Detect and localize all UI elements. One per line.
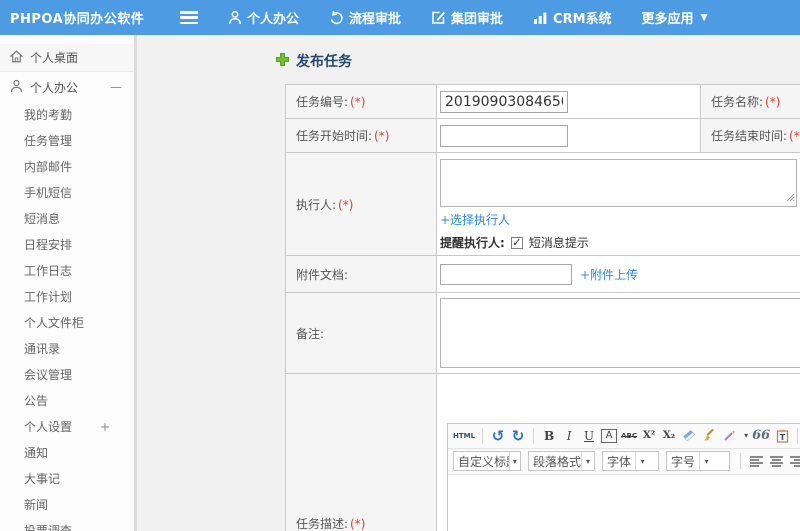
app-logo: PHPOA协同办公软件	[10, 12, 145, 27]
sidebar-item-work-diary[interactable]: 工作日志	[0, 258, 134, 284]
sidebar-item-meeting-management[interactable]: 会议管理	[0, 362, 134, 388]
hamburger-icon[interactable]	[180, 11, 198, 24]
editor-toolbar-row2: 自定义标题 ▾ 段落格式 ▾ 字体 ▾	[448, 449, 800, 474]
underline-button[interactable]: U	[581, 427, 597, 445]
required-mark: (*)	[374, 129, 390, 143]
expand-toggle-icon[interactable]: +	[100, 414, 110, 440]
sidebar-item-task-management[interactable]: 任务管理	[0, 128, 134, 154]
sidebar-item-big-events[interactable]: 大事记	[0, 466, 134, 492]
attachment-input[interactable]	[440, 263, 572, 285]
sidebar-item-news[interactable]: 新闻	[0, 492, 134, 518]
plus-icon	[275, 52, 290, 71]
start-time-input[interactable]	[440, 124, 568, 147]
svg-text:T: T	[779, 433, 785, 442]
caret-down-icon: ▼	[700, 12, 708, 23]
remind-executor-label: 提醒执行人:	[440, 236, 505, 250]
auto-typeset-button[interactable]: A	[601, 428, 618, 443]
remark-label: 备注:	[296, 326, 325, 341]
page-title: 发布任务	[275, 51, 800, 71]
sidebar-item-personal-files[interactable]: 个人文件柜	[0, 310, 134, 336]
magic-wand-icon[interactable]	[721, 427, 737, 445]
sidebar-item-contacts[interactable]: 通讯录	[0, 336, 134, 362]
edit-square-icon	[431, 10, 446, 25]
nav-crm[interactable]: CRM系统	[533, 8, 612, 27]
caret-down-icon: ▾	[699, 452, 713, 470]
user-icon	[10, 79, 23, 96]
history-arrow-icon	[329, 10, 344, 25]
caret-down-icon: ▾	[508, 452, 520, 470]
sidebar-item-announcement[interactable]: 公告	[0, 388, 134, 414]
required-mark: (*)	[789, 129, 800, 143]
editor-content-area[interactable]	[448, 473, 800, 531]
attachment-label: 附件文档:	[296, 267, 349, 282]
sidebar-item-internal-mail[interactable]: 内部邮件	[0, 154, 134, 180]
nav-group-approval[interactable]: 集团审批	[431, 8, 503, 27]
sidebar: 个人桌面 个人办公 — 我的考勤 任务管理 内部邮件 手机短信 短消息 日程安排…	[0, 35, 137, 531]
task-number-label: 任务编号:	[296, 95, 349, 109]
superscript-button[interactable]: X²	[641, 427, 657, 445]
resize-grip-icon[interactable]	[786, 191, 795, 205]
nav-more-apps[interactable]: 更多应用 ▼	[642, 8, 708, 27]
task-name-label: 任务名称:	[711, 95, 764, 109]
editor-toolbar-row1: HTML ↺ ↻ B I U A ABC X² X₂ ▾ 66 T	[448, 424, 800, 449]
sidebar-item-short-message[interactable]: 短消息	[0, 206, 134, 232]
sidebar-item-personal-office[interactable]: 个人办公 —	[0, 72, 134, 102]
font-size-dropdown[interactable]: 字号 ▾	[666, 451, 730, 471]
task-number-input[interactable]	[440, 90, 568, 113]
executor-textarea[interactable]	[440, 159, 797, 207]
remark-textarea[interactable]	[440, 298, 800, 368]
topbar: PHPOA协同办公软件 个人办公 流程审批 集团审批 CRM系统 更多应用 ▼	[0, 0, 800, 35]
required-mark: (*)	[350, 517, 366, 531]
blockquote-button[interactable]: 66	[752, 427, 770, 445]
required-mark: (*)	[350, 95, 366, 109]
executor-label: 执行人:	[296, 197, 337, 212]
user-icon	[228, 10, 242, 25]
required-mark: (*)	[765, 95, 781, 109]
format-brush-icon[interactable]	[701, 427, 717, 445]
sidebar-item-work-plan[interactable]: 工作计划	[0, 284, 134, 310]
sidebar-item-mobile-sms[interactable]: 手机短信	[0, 180, 134, 206]
custom-title-dropdown[interactable]: 自定义标题 ▾	[453, 451, 521, 471]
subscript-button[interactable]: X₂	[661, 427, 677, 445]
sidebar-item-notice[interactable]: 通知	[0, 440, 134, 466]
sms-remind-label: 短消息提示	[528, 236, 589, 250]
sidebar-item-desktop[interactable]: 个人桌面	[0, 44, 134, 72]
main-content: 发布任务 任务编号:(*) 任务名称:(*) 任务开始时间:(*) 任务结束时间…	[137, 35, 800, 531]
end-time-label: 任务结束时间:	[711, 129, 788, 143]
sms-remind-checkbox[interactable]	[510, 236, 523, 249]
sidebar-item-survey[interactable]: 投票调查	[0, 518, 134, 531]
caret-down-icon: ▾	[635, 452, 649, 470]
strikethrough-button[interactable]: ABC	[621, 427, 637, 445]
sidebar-item-my-attendance[interactable]: 我的考勤	[0, 102, 134, 128]
sidebar-item-schedule[interactable]: 日程安排	[0, 232, 134, 258]
caret-down-icon: ▾	[581, 452, 594, 470]
redo-icon[interactable]: ↻	[510, 427, 526, 445]
italic-button[interactable]: I	[561, 427, 577, 445]
wand-caret-icon[interactable]: ▾	[744, 431, 748, 440]
select-executor-link[interactable]: +选择执行人	[440, 213, 510, 227]
collapse-toggle-icon[interactable]: —	[110, 80, 122, 94]
font-family-dropdown[interactable]: 字体 ▾	[602, 451, 659, 471]
attachment-upload-link[interactable]: +附件上传	[580, 266, 638, 283]
required-mark: (*)	[338, 197, 354, 212]
align-left-icon[interactable]	[748, 452, 764, 470]
rich-text-editor: HTML ↺ ↻ B I U A ABC X² X₂ ▾ 66 T 自定义标 ▾…	[447, 422, 800, 531]
align-center-icon[interactable]	[768, 452, 784, 470]
nav-personal-office[interactable]: 个人办公	[228, 8, 299, 27]
eraser-icon[interactable]	[681, 427, 697, 445]
paste-text-icon[interactable]: T	[774, 427, 790, 445]
task-form: 任务编号:(*) 任务名称:(*) 任务开始时间:(*) 任务结束时间:(*) …	[285, 84, 800, 531]
html-source-button[interactable]: HTML	[453, 427, 475, 445]
sidebar-item-personal-settings[interactable]: 个人设置 +	[0, 414, 134, 440]
bold-button[interactable]: B	[541, 427, 557, 445]
undo-icon[interactable]: ↺	[490, 427, 506, 445]
description-label: 任务描述:	[296, 517, 349, 531]
align-right-icon[interactable]	[788, 452, 800, 470]
paragraph-format-dropdown[interactable]: 段落格式 ▾	[528, 451, 595, 471]
nav-workflow-approval[interactable]: 流程审批	[329, 8, 401, 27]
bar-chart-icon	[533, 11, 548, 25]
start-time-label: 任务开始时间:	[296, 129, 373, 143]
home-icon	[9, 49, 24, 66]
